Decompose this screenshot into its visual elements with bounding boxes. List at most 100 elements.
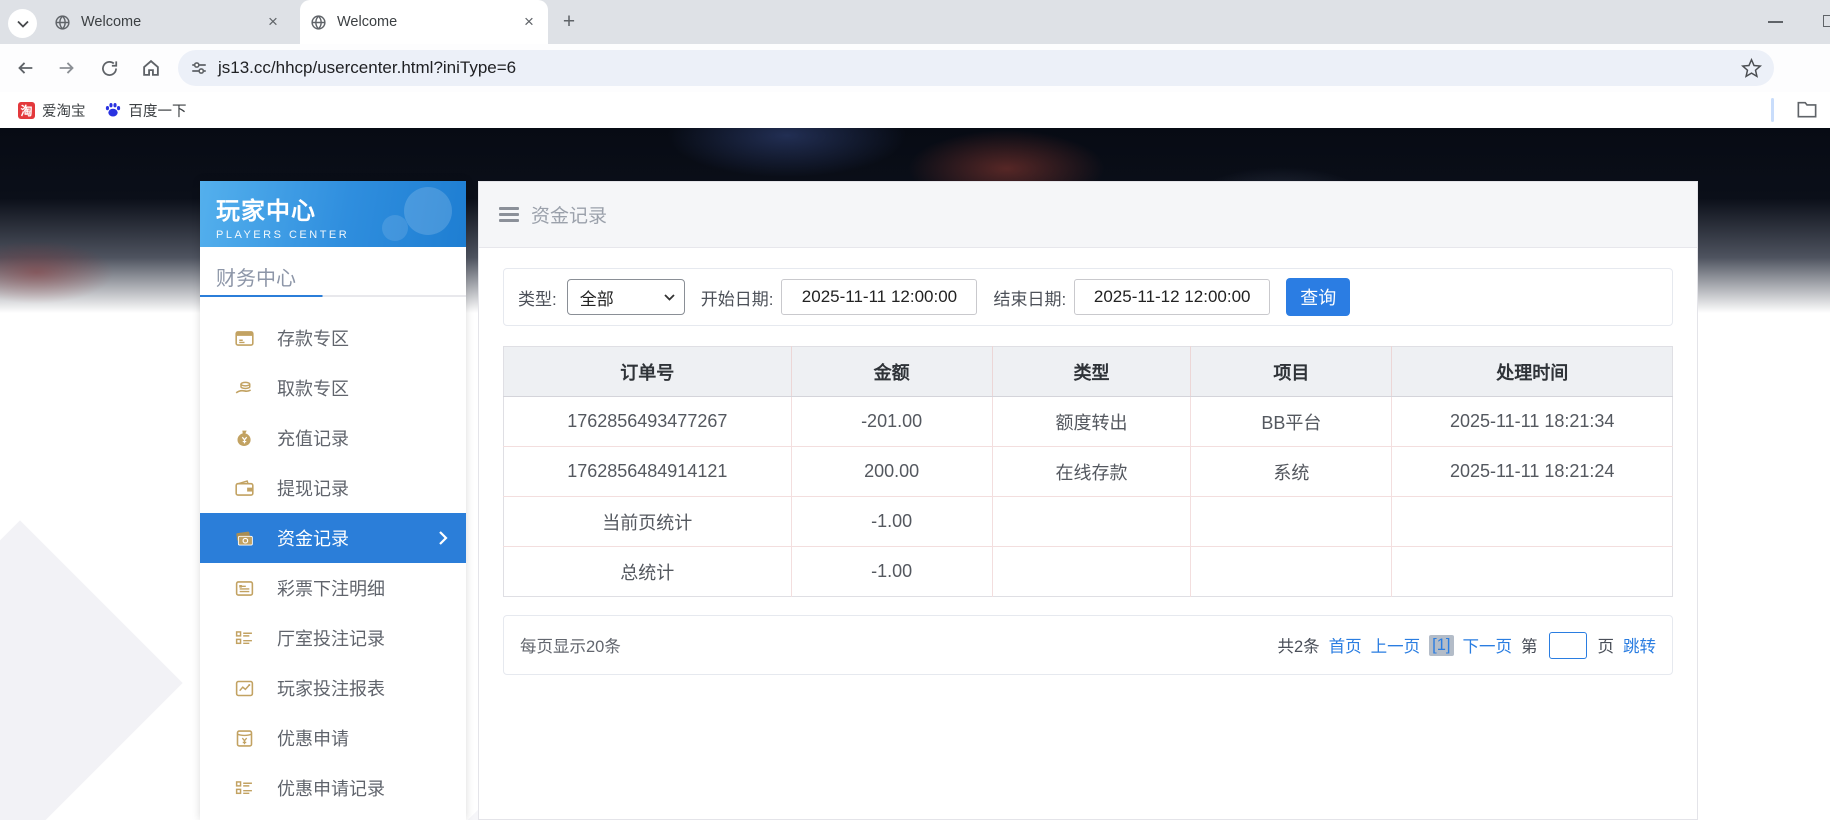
browser-toolbar: js13.cc/hhcp/usercenter.html?iniType=6	[0, 44, 1830, 92]
sidebar-item-funds-records[interactable]: 资金记录	[200, 513, 466, 563]
cell-process-time: 2025-11-11 18:21:34	[1391, 396, 1673, 447]
total-count-text: 共2条	[1277, 638, 1320, 656]
window-maximize-button[interactable]	[1823, 15, 1830, 27]
cell-order-no: 1762856484914121	[503, 446, 792, 497]
bookmark-baidu[interactable]: 百度一下	[104, 100, 187, 121]
players-center-subtitle: PLAYERS CENTER	[216, 229, 350, 241]
window-minimize-button[interactable]	[1768, 21, 1783, 23]
cell-process-time: 2025-11-11 18:21:24	[1391, 446, 1673, 497]
jump-suffix-label: 页	[1597, 638, 1615, 656]
address-bar[interactable]: js13.cc/hhcp/usercenter.html?iniType=6	[178, 50, 1774, 86]
col-type: 类型	[992, 346, 1192, 397]
main-panel: 资金记录 类型: 全部 开始日期: 结束日期: 查询 订单号	[478, 181, 1698, 820]
bullet-list-icon	[235, 630, 252, 644]
tab-search-button[interactable]	[8, 9, 37, 38]
report-chart-icon	[235, 680, 254, 696]
hamburger-icon[interactable]	[499, 207, 519, 222]
start-date-label: 开始日期:	[700, 289, 774, 309]
cell-project: BB平台	[1190, 396, 1393, 447]
sidebar-item-lottery-bet-details[interactable]: 彩票下注明细	[200, 563, 466, 613]
sidebar-item-recharge-records[interactable]: 充值记录	[200, 413, 466, 463]
col-project: 项目	[1190, 346, 1393, 397]
sidebar-item-withdrawal-records[interactable]: 提现记录	[200, 463, 466, 513]
webpage-viewport: 玩家中心 PLAYERS CENTER 财务中心 存款专区 取款专区 充值记录 …	[0, 128, 1830, 820]
reload-button[interactable]	[92, 51, 126, 85]
type-select[interactable]: 全部	[566, 279, 685, 315]
jump-prefix-label: 第	[1521, 638, 1538, 656]
cell-amount: -1.00	[791, 546, 993, 597]
back-arrow-icon	[18, 62, 33, 74]
back-button[interactable]	[8, 51, 42, 85]
tab-welcome-2-active[interactable]: Welcome ×	[300, 0, 548, 44]
reload-icon	[101, 60, 117, 76]
cell-amount: -1.00	[791, 496, 993, 547]
prev-page-link[interactable]: 上一页	[1371, 633, 1421, 657]
taobao-icon: 淘	[18, 101, 35, 119]
type-select-value: 全部	[579, 289, 614, 309]
type-label: 类型:	[518, 289, 557, 309]
bullet-list-icon	[235, 780, 252, 794]
tab-welcome-1[interactable]: Welcome ×	[44, 0, 292, 44]
search-button[interactable]: 查询	[1286, 278, 1351, 316]
col-amount: 金额	[791, 346, 993, 397]
sidebar-item-promo-apply[interactable]: 优惠申请	[200, 713, 466, 763]
jump-button[interactable]: 跳转	[1623, 633, 1656, 657]
cell-type: 额度转出	[992, 396, 1192, 447]
tab-close-icon[interactable]: ×	[264, 13, 282, 31]
sidebar-header: 玩家中心 PLAYERS CENTER	[200, 181, 466, 247]
table-row: 1762856493477267 -201.00 额度转出 BB平台 2025-…	[503, 396, 1673, 447]
other-bookmarks-folder-icon[interactable]	[1796, 99, 1818, 119]
pagination-bar: 每页显示20条 共2条 首页 上一页 [1] 下一页 第 页 跳转	[503, 615, 1673, 675]
wallet-icon	[235, 479, 254, 496]
bookmarks-separator	[1771, 98, 1774, 122]
funds-cards-icon	[236, 531, 253, 545]
forward-button[interactable]	[50, 51, 84, 85]
end-date-label: 结束日期:	[993, 289, 1067, 309]
new-tab-button[interactable]: +	[556, 10, 582, 36]
sidebar: 玩家中心 PLAYERS CENTER 财务中心 存款专区 取款专区 充值记录 …	[200, 181, 466, 820]
tab-title: Welcome	[337, 14, 398, 30]
chevron-right-icon	[439, 531, 448, 545]
col-process-time: 处理时间	[1391, 346, 1673, 397]
start-date-input[interactable]	[781, 279, 978, 315]
sidebar-item-hall-bet-records[interactable]: 厅室投注记录	[200, 613, 466, 663]
tab-close-icon[interactable]: ×	[520, 13, 538, 31]
table-row-grand-total: 总统计 -1.00	[503, 546, 1673, 597]
forward-arrow-icon	[59, 62, 74, 74]
next-page-link[interactable]: 下一页	[1463, 633, 1513, 657]
cell-amount: 200.00	[791, 446, 993, 497]
sidebar-item-player-bet-report[interactable]: 玩家投注报表	[200, 663, 466, 713]
bookmarks-bar: 淘 爱淘宝 百度一下	[0, 92, 1830, 128]
chevron-down-icon	[16, 20, 29, 28]
jump-page-input[interactable]	[1548, 631, 1587, 659]
table-row-page-total: 当前页统计 -1.00	[503, 496, 1673, 547]
content-header: 资金记录	[479, 182, 1697, 248]
home-button[interactable]	[134, 51, 168, 85]
bookmark-taobao[interactable]: 淘 爱淘宝	[18, 100, 86, 121]
page-size-text: 每页显示20条	[520, 638, 621, 656]
sidebar-item-promo-apply-records[interactable]: 优惠申请记录	[200, 763, 466, 813]
current-page-badge: [1]	[1429, 634, 1454, 656]
section-divider	[200, 295, 466, 297]
cell-label: 总统计	[503, 546, 792, 597]
finance-section-label: 财务中心	[216, 268, 296, 290]
table-header-row: 订单号 金额 类型 项目 处理时间	[503, 346, 1673, 397]
chevron-down-icon	[664, 293, 675, 301]
bookmark-star-icon[interactable]	[1741, 57, 1762, 79]
cell-project: 系统	[1190, 446, 1393, 497]
site-settings-icon[interactable]	[190, 59, 208, 77]
cell-label: 当前页统计	[503, 496, 792, 547]
tab-title: Welcome	[81, 14, 142, 30]
url-text: js13.cc/hhcp/usercenter.html?iniType=6	[218, 58, 517, 77]
end-date-input[interactable]	[1074, 279, 1271, 315]
baidu-paw-icon	[105, 103, 120, 117]
note-list-icon	[235, 580, 254, 596]
players-center-title: 玩家中心	[216, 198, 316, 225]
page-title: 资金记录	[531, 206, 608, 227]
filter-bar: 类型: 全部 开始日期: 结束日期: 查询	[503, 268, 1673, 326]
sidebar-menu: 存款专区 取款专区 充值记录 提现记录 资金记录 彩票下注明细 厅室投注记录 玩…	[200, 313, 466, 813]
sidebar-item-deposit-zone[interactable]: 存款专区	[200, 313, 466, 363]
sidebar-item-withdraw-zone[interactable]: 取款专区	[200, 363, 466, 413]
first-page-link[interactable]: 首页	[1329, 633, 1362, 657]
cell-order-no: 1762856493477267	[503, 396, 792, 447]
